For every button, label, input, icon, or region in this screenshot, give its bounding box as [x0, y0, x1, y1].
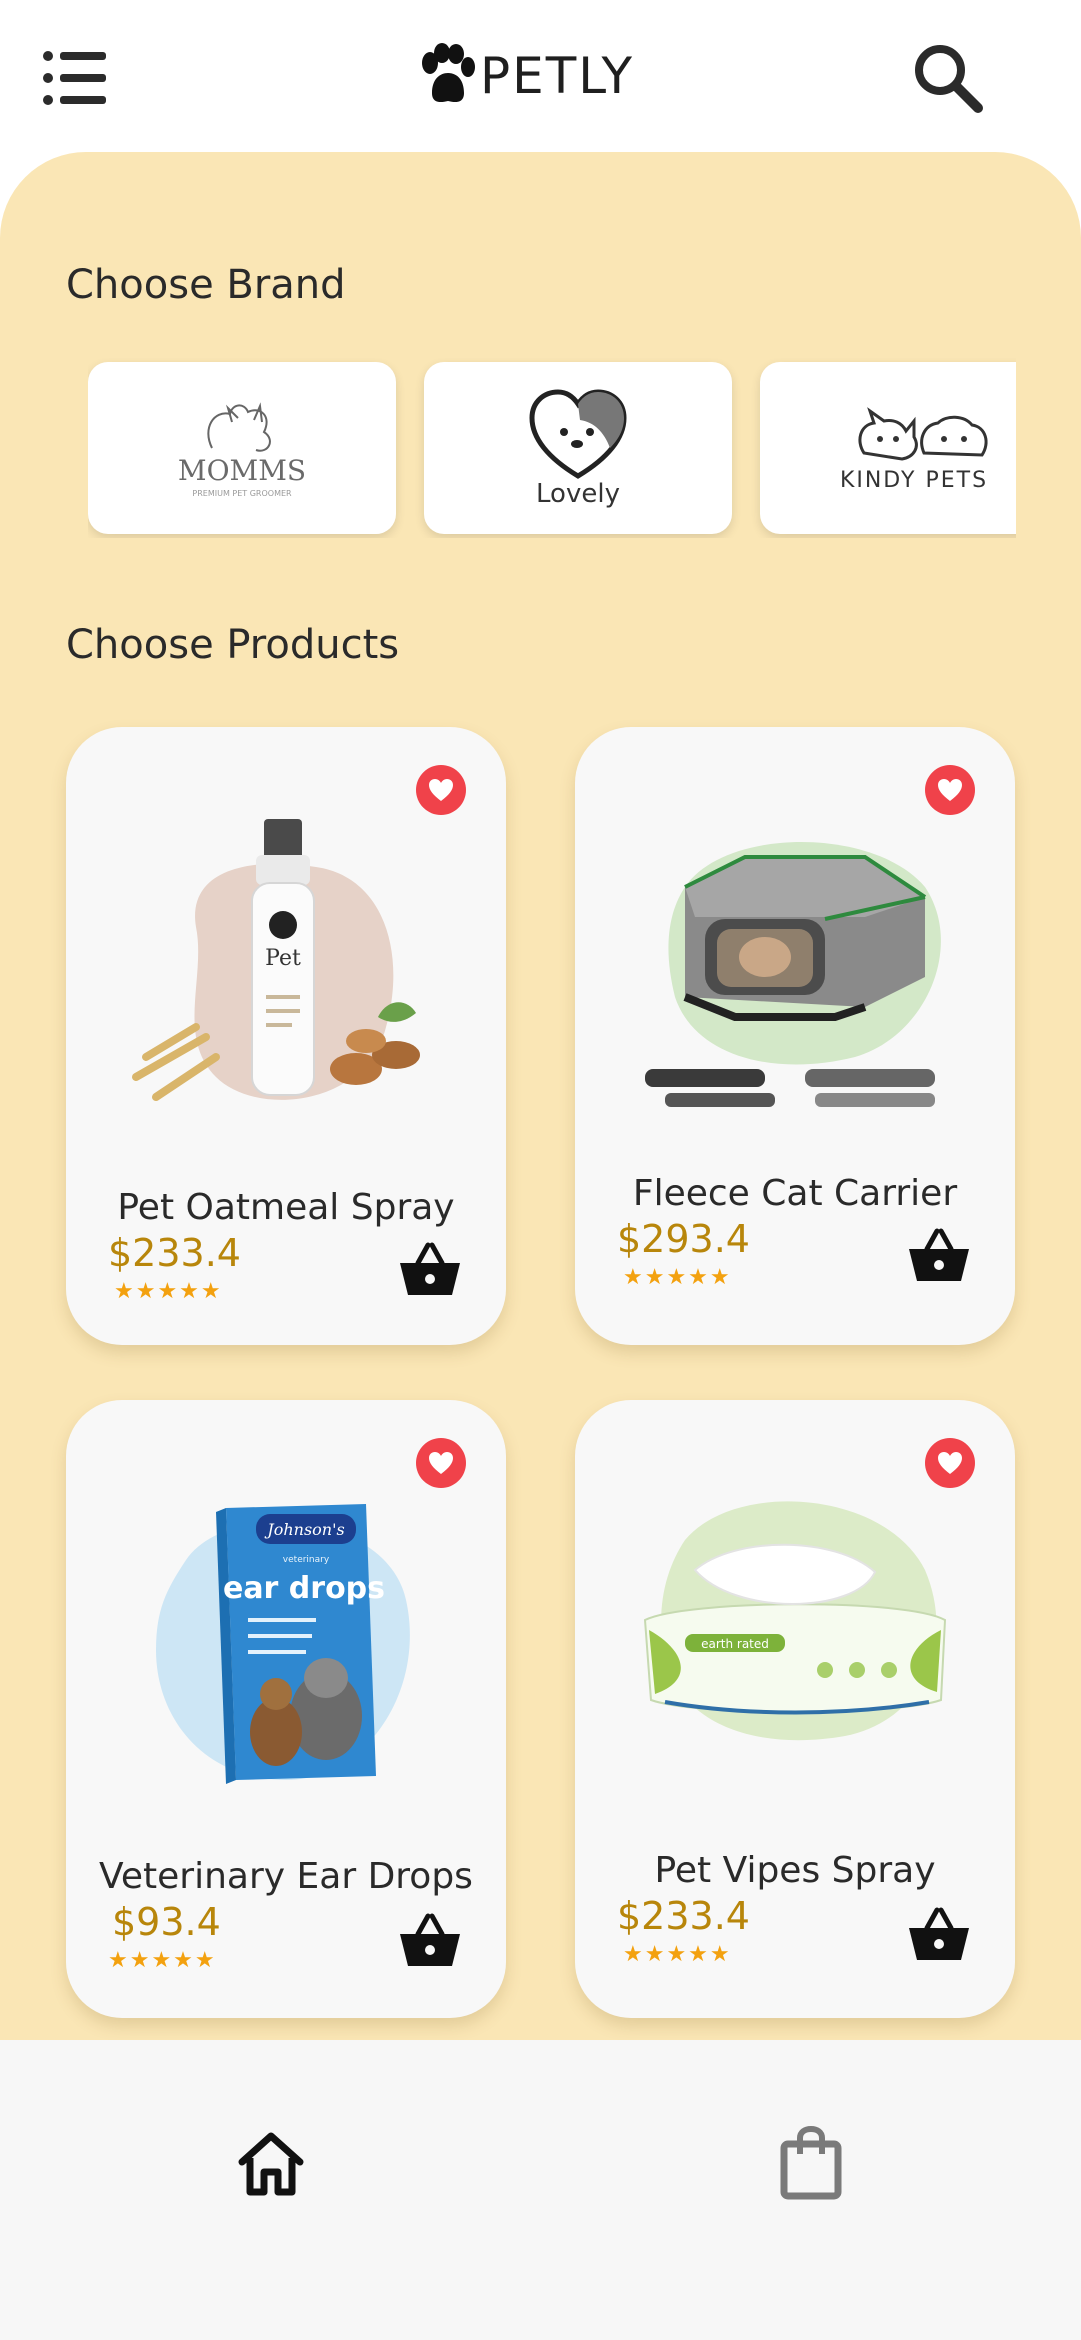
- product-price: $293.4: [617, 1217, 750, 1261]
- nav-shop-button[interactable]: [778, 2125, 844, 2200]
- box-brand: Johnson's: [264, 1520, 344, 1539]
- product-price: $233.4: [617, 1894, 750, 1938]
- product-name: Pet Vipes Spray: [654, 1850, 936, 1891]
- search-icon: [915, 45, 983, 113]
- home-icon: [238, 2132, 304, 2196]
- brand-carousel[interactable]: MOMMS PREMIUM PET GROOMER Lovely KINDY P…: [88, 358, 1016, 538]
- rating-stars: ★★★★★: [114, 1279, 223, 1304]
- content-panel: Choose Brand MOMMS PREMIUM PET GROOMER L…: [0, 152, 1081, 2040]
- lovely-wordmark: Lovely: [536, 479, 620, 509]
- choose-products-title: Choose Products: [66, 622, 400, 668]
- rating-stars: ★★★★★: [108, 1948, 217, 1973]
- product-name: Veterinary Ear Drops: [99, 1856, 473, 1897]
- heart-icon: [429, 1452, 453, 1474]
- product-card-oatmeal-spray[interactable]: Pet Pet Oatmeal Spray $233.4 ★★★★★: [66, 727, 506, 1345]
- oatmeal-spray-image: Pet: [132, 819, 420, 1101]
- add-to-cart-button[interactable]: [907, 1906, 971, 1962]
- basket-icon: [909, 1907, 969, 1960]
- pet-wipes-image: earth rated: [643, 1501, 947, 1741]
- menu-button[interactable]: [42, 48, 108, 108]
- basket-icon: [400, 1913, 460, 1966]
- nav-home-button[interactable]: [236, 2128, 306, 2198]
- add-to-cart-button[interactable]: [398, 1912, 462, 1968]
- product-price: $233.4: [108, 1231, 241, 1275]
- search-button[interactable]: [908, 38, 988, 118]
- heart-icon: [429, 779, 453, 801]
- add-to-cart-button[interactable]: [398, 1241, 462, 1297]
- momms-logo: MOMMS PREMIUM PET GROOMER: [178, 402, 306, 498]
- product-name: Fleece Cat Carrier: [632, 1173, 958, 1214]
- spray-label: Pet: [265, 946, 301, 971]
- kindy-pets-logo: KINDY PETS: [840, 407, 988, 493]
- app-logo: PETLY: [418, 38, 634, 114]
- app-screen: PETLY Choose Brand MOMMS PREMIUM PET GRO…: [0, 0, 1081, 2340]
- lovely-logo: Lovely: [529, 389, 627, 509]
- product-card-pet-wipes[interactable]: earth rated Pet Vipes Spray $233.4 ★★★★★: [575, 1400, 1015, 2018]
- momms-wordmark: MOMMS: [178, 454, 306, 487]
- basket-icon: [400, 1242, 460, 1295]
- brand-card-kindy-pets[interactable]: KINDY PETS: [760, 362, 1016, 534]
- add-to-cart-button[interactable]: [907, 1227, 971, 1283]
- heart-icon: [938, 779, 962, 801]
- list-menu-icon: [43, 51, 106, 105]
- basket-icon: [909, 1228, 969, 1281]
- brand-card-lovely[interactable]: Lovely: [424, 362, 732, 534]
- rating-stars: ★★★★★: [623, 1942, 732, 1967]
- top-app-bar: PETLY: [0, 0, 1081, 152]
- shopping-bag-icon: [780, 2125, 842, 2200]
- box-maker-line: veterinary: [283, 1555, 330, 1565]
- product-card-cat-carrier[interactable]: Fleece Cat Carrier $293.4 ★★★★★: [575, 727, 1015, 1345]
- paw-icon: [422, 43, 475, 103]
- product-name: Pet Oatmeal Spray: [117, 1187, 455, 1228]
- bottom-navigation: [0, 2040, 1081, 2340]
- product-card-ear-drops[interactable]: Johnson's veterinary ear drops Veterinar…: [66, 1400, 506, 2018]
- rating-stars: ★★★★★: [623, 1265, 732, 1290]
- product-price: $93.4: [112, 1900, 221, 1944]
- kindy-pets-wordmark: KINDY PETS: [840, 468, 988, 493]
- wipes-label: earth rated: [701, 1637, 769, 1651]
- heart-icon: [938, 1452, 962, 1474]
- choose-brand-title: Choose Brand: [66, 262, 346, 308]
- cat-carrier-image: [645, 842, 941, 1107]
- ear-drops-image: Johnson's veterinary ear drops: [156, 1504, 410, 1784]
- brand-card-momms[interactable]: MOMMS PREMIUM PET GROOMER: [88, 362, 396, 534]
- brand-name: PETLY: [480, 47, 635, 105]
- box-product: ear drops: [223, 1571, 385, 1606]
- momms-tagline: PREMIUM PET GROOMER: [192, 489, 292, 498]
